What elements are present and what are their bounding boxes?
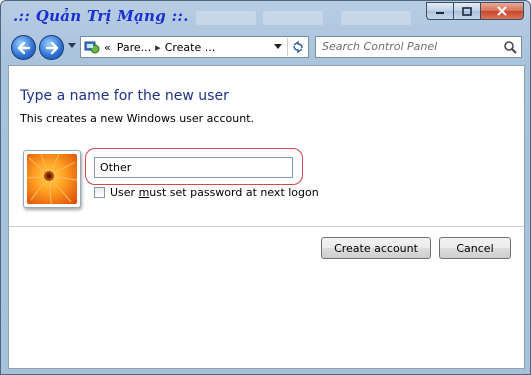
cancel-button[interactable]: Cancel (439, 237, 511, 259)
refresh-button[interactable] (287, 38, 307, 56)
breadcrumb-overflow[interactable]: « (104, 41, 111, 54)
new-user-name-field[interactable] (94, 157, 293, 178)
close-icon (497, 6, 507, 16)
label-text: User (110, 186, 139, 199)
checkbox-label[interactable]: User must set password at next logon (110, 186, 319, 199)
page-title: Type a name for the new user (20, 88, 229, 104)
avatar (23, 150, 81, 208)
search-input[interactable] (322, 40, 497, 53)
password-change-option[interactable]: User must set password at next logon (94, 186, 319, 199)
maximize-button[interactable] (453, 2, 480, 20)
recent-pages-dropdown[interactable] (68, 43, 76, 48)
caption-buttons (426, 2, 524, 20)
navigation-bar: « Pare... ▸ Create ... (1, 31, 530, 65)
flower-picture-icon (27, 154, 77, 204)
forward-button[interactable] (39, 35, 64, 60)
breadcrumb-chevron-icon[interactable]: ▸ (155, 41, 161, 54)
search-icon[interactable] (503, 40, 517, 54)
breadcrumb-item[interactable]: Pare... (117, 41, 151, 54)
search-box[interactable] (315, 36, 522, 58)
close-button[interactable] (480, 2, 524, 20)
title-bar[interactable]: .:: Quản Trị Mạng ::. (1, 1, 530, 31)
control-panel-window: .:: Quản Trị Mạng ::. « Pare... ▸ Create… (0, 0, 531, 375)
minimize-icon (436, 12, 444, 14)
address-dropdown[interactable] (274, 44, 282, 49)
forward-arrow-icon (45, 41, 58, 54)
create-account-button[interactable]: Create account (321, 237, 431, 259)
address-bar[interactable]: « Pare... ▸ Create ... (80, 36, 309, 58)
label-text: ust set password at next logon (149, 186, 319, 199)
back-arrow-icon (17, 41, 30, 54)
aero-ghost (196, 11, 256, 25)
window-title: .:: Quản Trị Mạng ::. (13, 7, 189, 25)
password-change-checkbox[interactable] (94, 187, 105, 198)
mnemonic-letter: m (138, 186, 150, 199)
refresh-icon (292, 40, 303, 54)
page-description: This creates a new Windows user account. (20, 112, 254, 125)
aero-ghost (341, 11, 411, 25)
create-user-panel: Type a name for the new user This create… (8, 65, 525, 369)
breadcrumb-item[interactable]: Create ... (165, 41, 216, 54)
aero-ghost (263, 11, 323, 25)
minimize-button[interactable] (426, 2, 453, 20)
back-button[interactable] (11, 35, 36, 60)
divider (9, 226, 524, 227)
maximize-icon (462, 6, 472, 16)
control-panel-icon (84, 41, 100, 54)
